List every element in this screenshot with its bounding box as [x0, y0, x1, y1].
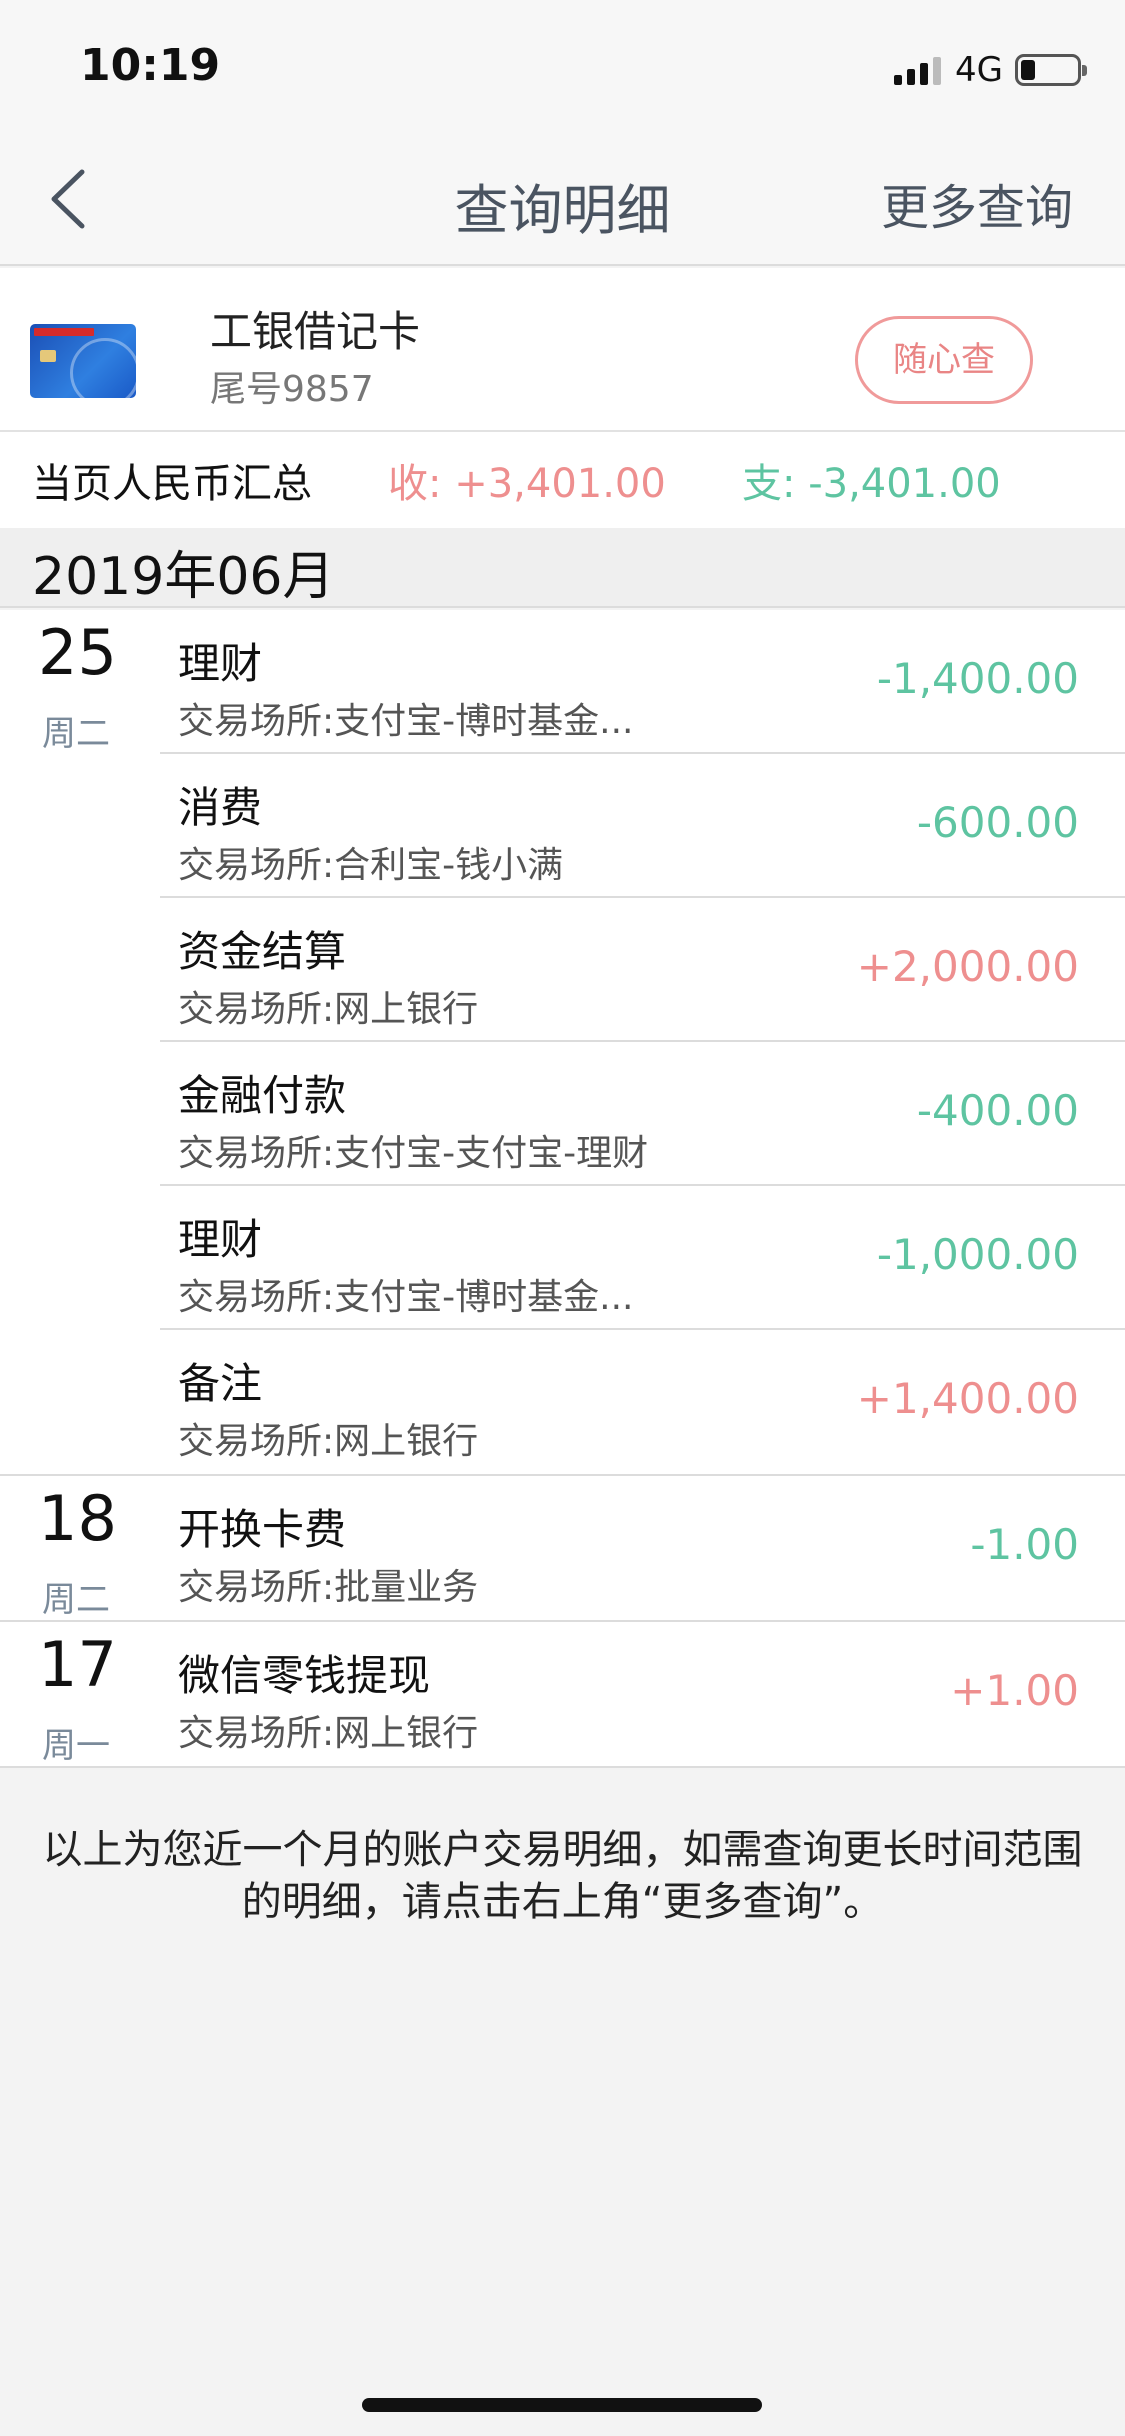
transaction-place: 交易场所:网上银行	[178, 1421, 479, 1462]
transaction-row[interactable]: 消费交易场所:合利宝-钱小满 -600.00	[160, 754, 1125, 898]
signal-icon	[894, 55, 942, 85]
transaction-place: 交易场所:合利宝-钱小满	[178, 845, 564, 886]
day-number: 18	[38, 1482, 117, 1555]
transaction-row[interactable]: 金融付款交易场所:支付宝-支付宝-理财 -400.00	[160, 1042, 1125, 1186]
card-tail-number: 尾号9857	[210, 369, 374, 410]
transaction-amount: +2,000.00	[856, 942, 1079, 991]
transaction-title: 资金结算	[178, 927, 347, 976]
day-number: 25	[38, 616, 117, 689]
month-header: 2019年06月	[0, 528, 1125, 608]
bank-card-icon	[30, 324, 136, 398]
transaction-row[interactable]: 资金结算交易场所:网上银行 +2,000.00	[160, 898, 1125, 1042]
transaction-title: 金融付款	[178, 1071, 347, 1120]
status-indicators: 4G	[894, 50, 1087, 90]
transaction-place: 交易场所:网上银行	[178, 989, 479, 1030]
day-group: 18 周二 开换卡费交易场所:批量业务 -1.00	[0, 1476, 1125, 1622]
battery-icon	[1015, 54, 1087, 86]
transaction-place: 交易场所:网上银行	[178, 1713, 479, 1754]
transaction-amount: -1,000.00	[876, 1230, 1079, 1279]
day-weekday: 周二	[42, 1580, 110, 1620]
quick-query-button[interactable]: 随心查	[855, 316, 1033, 404]
transaction-place: 交易场所:支付宝-博时基金...	[178, 1277, 634, 1318]
transaction-place: 交易场所:支付宝-支付宝-理财	[178, 1133, 649, 1174]
transaction-title: 开换卡费	[178, 1505, 347, 1554]
transaction-amount: -1.00	[970, 1520, 1079, 1569]
transaction-title: 微信零钱提现	[178, 1651, 431, 1700]
transaction-title: 理财	[178, 639, 263, 688]
transaction-title: 备注	[178, 1359, 263, 1408]
home-indicator[interactable]	[362, 2398, 762, 2412]
transaction-list: 25 周二 理财 交易场所:支付宝-博时基金... -1,400.00 消费 交易场所:合利…	[0, 610, 1125, 1768]
transaction-amount: -1,400.00	[876, 654, 1079, 703]
transaction-amount: +1,400.00	[856, 1374, 1079, 1423]
nav-bar: 查询明细 更多查询	[0, 132, 1125, 266]
day-weekday: 周一	[42, 1726, 110, 1766]
transaction-row[interactable]: 理财交易场所:支付宝-博时基金... -1,400.00	[160, 610, 1125, 754]
footer-note: 以上为您近一个月的账户交易明细，如需查询更长时间范围的明细，请点击右上角“更多查…	[42, 1827, 1083, 1925]
transaction-place: 交易场所:批量业务	[178, 1567, 479, 1608]
day-weekday: 周二	[42, 714, 110, 754]
transaction-row[interactable]: 备注交易场所:网上银行 +1,400.00	[160, 1330, 1125, 1474]
transaction-title: 理财	[178, 1215, 263, 1264]
card-name: 工银借记卡	[210, 307, 421, 356]
summary-expense: 支: -3,401.00	[742, 461, 1001, 507]
transaction-amount: -400.00	[916, 1086, 1079, 1135]
more-query-button[interactable]: 更多查询	[881, 168, 1073, 238]
network-label: 4G	[955, 50, 1003, 90]
transaction-amount: -600.00	[916, 798, 1079, 847]
day-group: 25 周二 理财 交易场所:支付宝-博时基金... -1,400.00 消费 交易场所:合利…	[0, 610, 1125, 1476]
status-time: 10:19	[80, 40, 221, 91]
summary-label: 当页人民币汇总	[32, 461, 312, 507]
transaction-row[interactable]: 理财交易场所:支付宝-博时基金... -1,000.00	[160, 1186, 1125, 1330]
transaction-place: 交易场所:支付宝-博时基金...	[178, 701, 634, 742]
status-bar: 10:19 4G	[0, 0, 1125, 132]
summary-income: 收: +3,401.00	[388, 461, 666, 507]
transaction-row[interactable]: 微信零钱提现交易场所:网上银行 +1.00	[160, 1622, 1125, 1766]
day-group: 17 周一 微信零钱提现交易场所:网上银行 +1.00	[0, 1622, 1125, 1768]
summary-row: 当页人民币汇总 收: +3,401.00 支: -3,401.00	[0, 432, 1125, 528]
transaction-row[interactable]: 开换卡费交易场所:批量业务 -1.00	[160, 1476, 1125, 1620]
month-label: 2019年06月	[32, 547, 335, 607]
transaction-title: 消费	[178, 783, 263, 832]
card-section: 工银借记卡 尾号9857 随心查	[0, 268, 1125, 432]
day-number: 17	[38, 1628, 117, 1701]
transaction-amount: +1.00	[950, 1666, 1079, 1715]
